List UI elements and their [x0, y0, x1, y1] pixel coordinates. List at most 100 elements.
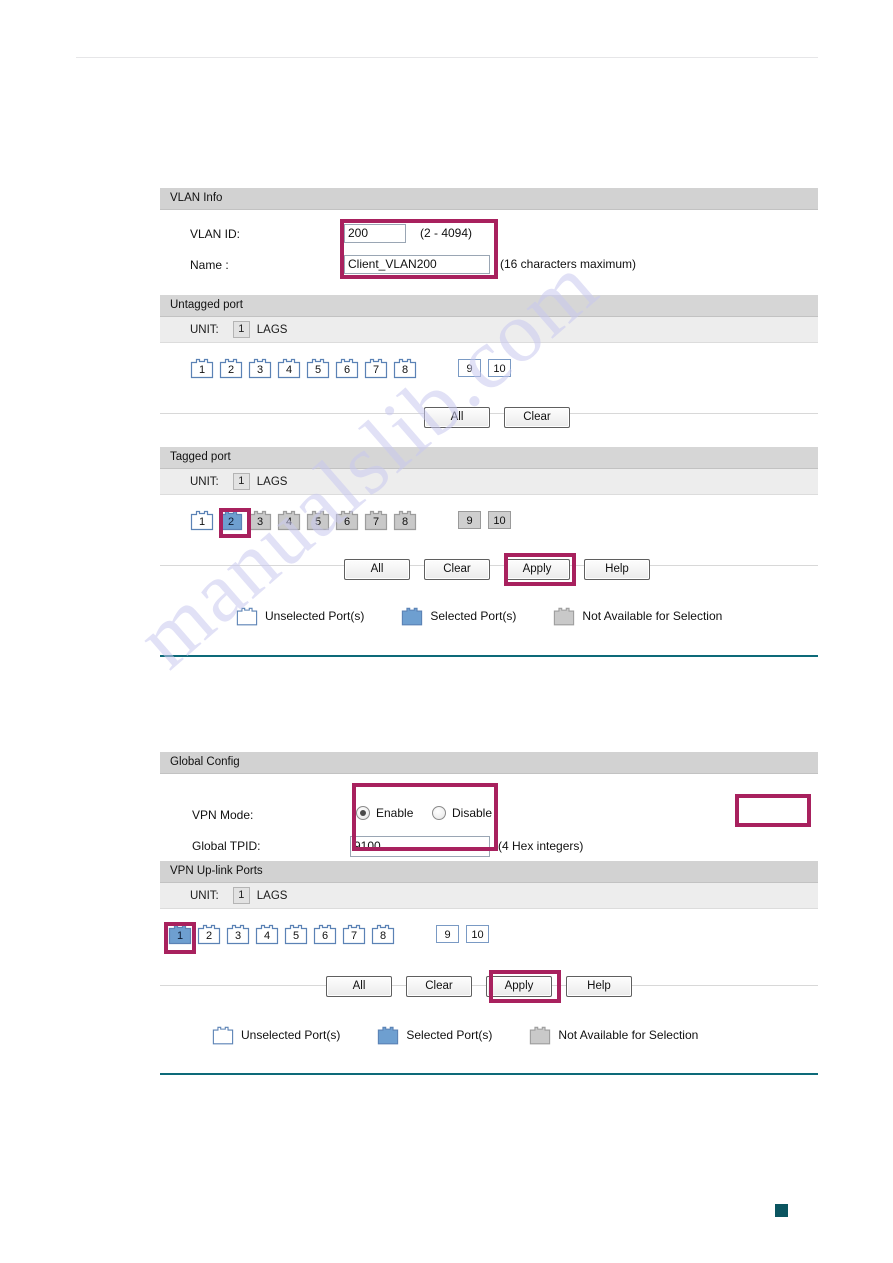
uplink-unit-value[interactable]: 1: [232, 887, 250, 904]
port-number-label: 7: [372, 516, 380, 528]
vlan-id-input[interactable]: 200: [344, 224, 406, 243]
tagged-unit-value[interactable]: 1: [232, 473, 250, 490]
uplink-port-area: 1 2 3 4 5 6 7 8 9 10: [160, 909, 818, 986]
port-8[interactable]: 8: [393, 509, 417, 531]
port-1[interactable]: 1: [190, 357, 214, 379]
port-number-label: 1: [198, 516, 206, 528]
vpn-mode-enable-label: Enable: [376, 806, 414, 820]
port-7[interactable]: 7: [342, 923, 366, 945]
legend-not-available-label: Not Available for Selection: [582, 609, 723, 623]
untagged-clear-button[interactable]: Clear: [504, 407, 570, 428]
untagged-port-title: Untagged port: [160, 295, 818, 317]
port-7[interactable]: 7: [364, 357, 388, 379]
legend-selected: Selected Port(s): [401, 606, 516, 626]
global-tpid-input[interactable]: 9100: [350, 836, 490, 857]
port-5[interactable]: 5: [306, 509, 330, 531]
port-6[interactable]: 6: [335, 509, 359, 531]
vpn-mode-enable-radio[interactable]: [356, 806, 370, 820]
legend-selected-label: Selected Port(s): [406, 1028, 493, 1042]
tagged-apply-button[interactable]: Apply: [504, 559, 570, 580]
vlan-name-input[interactable]: Client_VLAN200: [344, 255, 490, 274]
vlan-info-title: VLAN Info: [160, 188, 818, 210]
uplink-button-row: All Clear Apply Help: [326, 976, 646, 997]
legend-not-available-port-icon: [553, 606, 575, 626]
untagged-unit-label: UNIT:: [190, 323, 219, 336]
port-5[interactable]: 5: [306, 357, 330, 379]
port-8[interactable]: 8: [371, 923, 395, 945]
port-number-label: 10: [471, 929, 484, 941]
tagged-help-button[interactable]: Help: [584, 559, 650, 580]
untagged-unit-value[interactable]: 1: [232, 321, 250, 338]
port-number-label: 6: [343, 364, 351, 376]
global-tpid-hint: (4 Hex integers): [498, 839, 584, 853]
global-tpid-label: Global TPID:: [192, 839, 261, 853]
tagged-all-button[interactable]: All: [344, 559, 410, 580]
port-10[interactable]: 10: [466, 925, 489, 943]
untagged-all-button[interactable]: All: [424, 407, 490, 428]
page-corner-mark: [775, 1204, 788, 1217]
port-4[interactable]: 4: [255, 923, 279, 945]
port-6[interactable]: 6: [335, 357, 359, 379]
uplink-ports-title: VPN Up-link Ports: [160, 861, 818, 883]
legend-unselected-port-icon: [212, 1025, 234, 1045]
port-2[interactable]: 2: [219, 509, 243, 531]
vlan-name-label: Name :: [190, 258, 229, 272]
untagged-port-list: 1 2 3 4 5 6 7 8 9 10: [160, 355, 818, 381]
tagged-unit-label: UNIT:: [190, 475, 219, 488]
port-3[interactable]: 3: [248, 509, 272, 531]
legend-not-available: Not Available for Selection: [529, 1025, 698, 1045]
uplink-clear-button[interactable]: Clear: [406, 976, 472, 997]
untagged-unit-row: UNIT: 1 LAGS: [160, 317, 818, 343]
uplink-help-button[interactable]: Help: [566, 976, 632, 997]
uplink-lags-label: LAGS: [256, 889, 288, 902]
vpn-mode-disable-option[interactable]: Disable: [432, 806, 492, 820]
port-number-label: 4: [285, 364, 293, 376]
uplink-all-button[interactable]: All: [326, 976, 392, 997]
global-config-body: VPN Mode: Enable Disable Global TPID: 91…: [160, 774, 818, 857]
port-7[interactable]: 7: [364, 509, 388, 531]
legend-not-available: Not Available for Selection: [553, 606, 722, 626]
port-1[interactable]: 1: [168, 923, 192, 945]
port-10[interactable]: 10: [488, 511, 511, 529]
port-number-label: 1: [176, 930, 184, 942]
port-3[interactable]: 3: [248, 357, 272, 379]
port-3[interactable]: 3: [226, 923, 250, 945]
port-5[interactable]: 5: [284, 923, 308, 945]
port-9[interactable]: 9: [458, 359, 481, 377]
port-4[interactable]: 4: [277, 357, 301, 379]
vlan-info-panel: VLAN Info VLAN ID: 200 (2 - 4094) Name :…: [160, 188, 818, 288]
untagged-button-row: All Clear: [424, 407, 584, 428]
tagged-lags-label: LAGS: [256, 475, 288, 488]
port-number-label: 5: [314, 516, 322, 528]
untagged-port-panel: Untagged port UNIT: 1 LAGS 1 2 3 4 5 6 7 8 9 10: [160, 295, 818, 414]
untagged-lags-label: LAGS: [256, 323, 288, 336]
port-10[interactable]: 10: [488, 359, 511, 377]
port-number-label: 4: [263, 930, 271, 942]
vpn-mode-disable-radio[interactable]: [432, 806, 446, 820]
section-divider-1: [160, 655, 818, 657]
page-header-rule: [76, 57, 818, 58]
port-2[interactable]: 2: [219, 357, 243, 379]
legend-selected-port-icon: [401, 606, 423, 626]
untagged-port-area: 1 2 3 4 5 6 7 8 9 10: [160, 343, 818, 414]
port-number-label: 9: [444, 929, 451, 941]
port-8[interactable]: 8: [393, 357, 417, 379]
legend-unselected-port-icon: [236, 606, 258, 626]
port-number-label: 10: [493, 515, 506, 527]
port-4[interactable]: 4: [277, 509, 301, 531]
port-number-label: 3: [234, 930, 242, 942]
vpn-mode-enable-option[interactable]: Enable: [356, 806, 413, 820]
port-number-label: 2: [227, 364, 235, 376]
port-1[interactable]: 1: [190, 509, 214, 531]
port-6[interactable]: 6: [313, 923, 337, 945]
port-9[interactable]: 9: [436, 925, 459, 943]
tagged-port-legend: Unselected Port(s) Selected Port(s) Not Av…: [236, 606, 722, 626]
port-2[interactable]: 2: [197, 923, 221, 945]
uplink-apply-button[interactable]: Apply: [486, 976, 552, 997]
port-number-label: 7: [350, 930, 358, 942]
tagged-port-title: Tagged port: [160, 447, 818, 469]
port-number-label: 6: [321, 930, 329, 942]
tagged-clear-button[interactable]: Clear: [424, 559, 490, 580]
port-number-label: 7: [372, 364, 380, 376]
port-9[interactable]: 9: [458, 511, 481, 529]
